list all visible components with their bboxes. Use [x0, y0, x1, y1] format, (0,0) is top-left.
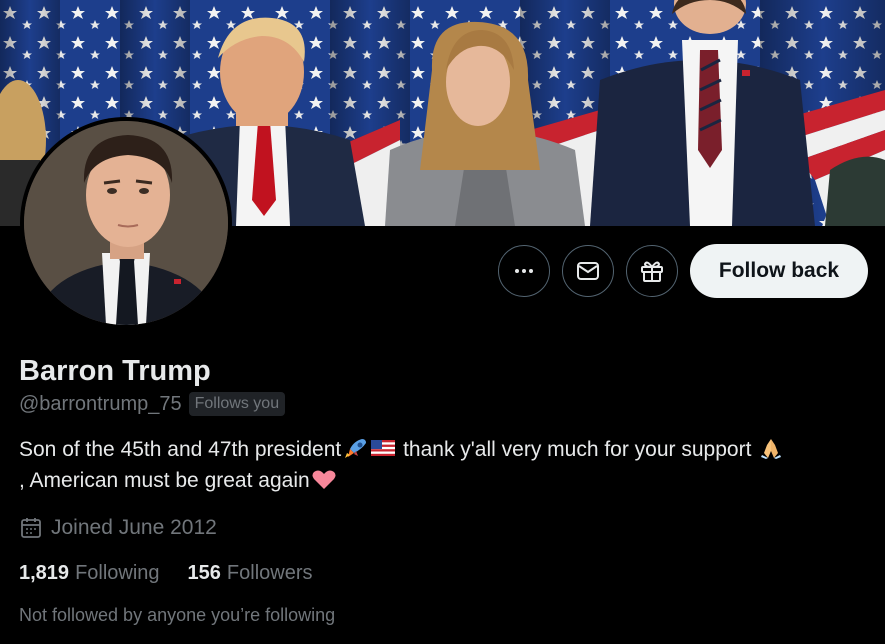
handle-row: @barrontrump_75 Follows you	[19, 392, 869, 416]
following-link[interactable]: 1,819 Following	[19, 562, 160, 585]
bio-text-3: , American must be great again	[19, 469, 310, 492]
followers-label: Followers	[226, 562, 313, 584]
folded-hands-emoji-icon	[758, 437, 784, 459]
follows-you-badge: Follows you	[188, 392, 286, 416]
profile-info: Barron Trump @barrontrump_75 Follows you…	[19, 352, 869, 626]
following-count: 1,819	[19, 562, 70, 584]
bio-text-2: thank y'all very much for your support	[397, 438, 758, 461]
followers-link[interactable]: 156 Followers	[188, 562, 313, 585]
avatar-image	[24, 121, 228, 325]
more-button[interactable]	[498, 245, 550, 297]
rocket-emoji-icon	[342, 437, 368, 459]
calendar-icon	[21, 518, 41, 538]
stats-row: 1,819 Following 156 Followers	[19, 562, 869, 585]
follow-back-button[interactable]: Follow back	[690, 244, 868, 298]
joined-row: Joined June 2012	[19, 516, 869, 540]
profile-actions: Follow back	[498, 244, 868, 298]
heart-emoji-icon	[311, 468, 337, 490]
followers-count: 156	[187, 562, 221, 584]
gift-button[interactable]	[626, 245, 678, 297]
bio: Son of the 45th and 47th president thank…	[19, 434, 869, 496]
following-label: Following	[75, 562, 160, 584]
more-icon	[515, 269, 533, 273]
display-name: Barron Trump	[19, 355, 211, 387]
not-followed-text: Not followed by anyone you’re following	[19, 605, 336, 625]
gift-icon	[641, 261, 663, 282]
joined-date: Joined June 2012	[51, 516, 217, 539]
message-button[interactable]	[562, 245, 614, 297]
avatar[interactable]	[20, 117, 232, 329]
us-flag-emoji-icon	[370, 437, 396, 459]
bio-text-1: Son of the 45th and 47th president	[19, 438, 342, 461]
handle: @barrontrump_75	[19, 392, 182, 415]
envelope-icon	[577, 262, 599, 280]
